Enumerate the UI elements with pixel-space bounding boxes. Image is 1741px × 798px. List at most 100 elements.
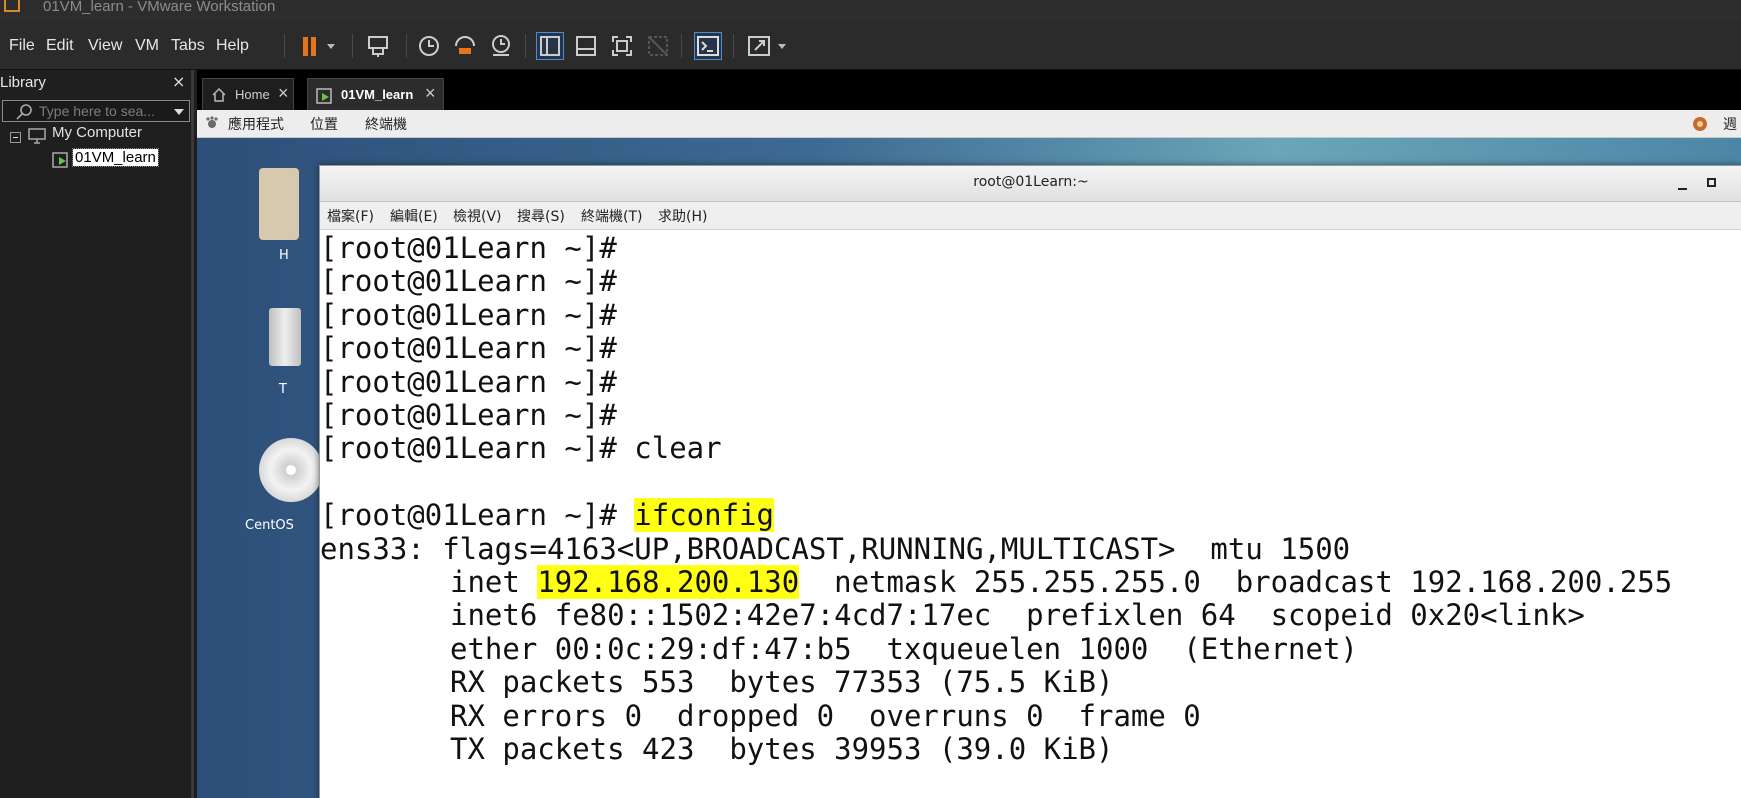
- library-title: Library: [0, 74, 46, 91]
- inet-rest: netmask 255.255.255.0 broadcast 192.168.…: [799, 565, 1673, 599]
- terminal-line: [root@01Learn ~]#: [320, 397, 617, 434]
- library-search[interactable]: [2, 100, 190, 122]
- terminal-menu-terminal[interactable]: 終端機(T): [581, 206, 642, 226]
- terminal-window: root@01Learn:~ 檔案(F) 編輯(E) 檢視(V) 搜尋(S) 終…: [319, 165, 1741, 798]
- terminal-menu-file[interactable]: 檔案(F): [327, 206, 374, 226]
- send-ctrl-alt-del-icon[interactable]: [364, 32, 392, 60]
- guest-display[interactable]: 應用程式 位置 終端機 週 H T CentOS root@01Learn:~ …: [197, 110, 1741, 798]
- ifconfig-output-rx-packets: RX packets 553 bytes 77353 (75.5 KiB): [450, 665, 1114, 699]
- panel-clock-partial[interactable]: 週: [1723, 114, 1737, 134]
- inet-label: inet: [450, 565, 538, 599]
- terminal-menubar: 檔案(F) 編輯(E) 檢視(V) 搜尋(S) 終端機(T) 求助(H): [320, 202, 1741, 230]
- prompt: [root@01Learn ~]#: [320, 365, 617, 399]
- ifconfig-output-ether: ether 00:0c:29:df:47:b5 txqueuelen 1000 …: [450, 632, 1358, 666]
- trash-icon[interactable]: [269, 308, 301, 366]
- ifconfig-output-tx-packets: TX packets 423 bytes 39953 (39.0 KiB): [450, 732, 1114, 766]
- menu-file[interactable]: File: [5, 22, 39, 69]
- unity-icon[interactable]: [644, 32, 672, 60]
- terminal-line: [root@01Learn ~]# ifconfig: [320, 497, 774, 534]
- vm-tab-icon: [316, 88, 332, 104]
- stretch-dropdown-icon[interactable]: [775, 32, 789, 60]
- tree-collapse-icon[interactable]: [10, 132, 21, 143]
- revert-snapshot-icon[interactable]: [451, 32, 479, 60]
- library-search-input[interactable]: [39, 102, 165, 120]
- menu-edit[interactable]: Edit: [42, 22, 78, 69]
- tab-vm-label: 01VM_learn: [341, 87, 414, 102]
- toolbar-separator: [733, 34, 734, 58]
- gnome-foot-icon: [206, 116, 218, 128]
- command-ifconfig: ifconfig: [634, 498, 774, 532]
- minimize-icon[interactable]: [1678, 188, 1687, 190]
- terminal-line: [root@01Learn ~]#: [320, 297, 617, 334]
- toolbar-separator: [681, 34, 682, 58]
- command-clear: clear: [634, 431, 722, 465]
- tree-item-my-computer[interactable]: My Computer: [52, 124, 142, 141]
- tab-vm[interactable]: 01VM_learn ×: [307, 78, 444, 110]
- toolbar-separator: [406, 34, 407, 58]
- menu-view[interactable]: View: [84, 22, 126, 69]
- window-title-bar: 01VM_learn - VMware Workstation: [0, 0, 1741, 22]
- menu-toolbar: File Edit View VM Tabs Help: [0, 22, 1741, 70]
- vmware-app-icon: [4, 0, 20, 12]
- notification-icon[interactable]: [1692, 116, 1708, 132]
- menu-help[interactable]: Help: [212, 22, 253, 69]
- gnome-top-panel: 應用程式 位置 終端機 週: [197, 110, 1741, 138]
- cd-disc-icon[interactable]: [259, 438, 323, 502]
- tab-home-label: Home: [235, 87, 270, 102]
- home-folder-icon[interactable]: [259, 168, 299, 240]
- tab-vm-close-icon[interactable]: ×: [425, 83, 436, 104]
- pause-dropdown-icon[interactable]: [324, 32, 338, 60]
- pause-icon[interactable]: [296, 32, 324, 60]
- desktop-icon-label-home: H: [279, 248, 289, 263]
- terminal-menu-help[interactable]: 求助(H): [658, 206, 707, 226]
- toolbar-separator: [525, 34, 526, 58]
- snapshot-manager-icon[interactable]: [487, 32, 515, 60]
- ifconfig-output-flags: ens33: flags=4163<UP,BROADCAST,RUNNING,M…: [320, 532, 1351, 566]
- terminal-title-bar[interactable]: root@01Learn:~: [320, 166, 1741, 202]
- library-panel: Library × My Computer 01VM_learn: [0, 70, 194, 798]
- prompt: [root@01Learn ~]#: [320, 231, 617, 265]
- desktop-icon-label-trash: T: [279, 382, 287, 397]
- ifconfig-output-inet: inet 192.168.200.130 netmask 255.255.255…: [450, 564, 1672, 601]
- terminal-menu-search[interactable]: 搜尋(S): [517, 206, 565, 226]
- stretch-guest-icon[interactable]: [745, 32, 773, 60]
- toolbar-separator: [284, 34, 285, 58]
- search-icon: [16, 104, 32, 120]
- prompt: [root@01Learn ~]#: [320, 498, 617, 532]
- maximize-icon[interactable]: [1707, 178, 1716, 187]
- snapshot-icon[interactable]: [415, 32, 443, 60]
- panel-applications[interactable]: 應用程式: [228, 114, 284, 134]
- thumbnail-bar-icon[interactable]: [572, 32, 600, 60]
- prompt: [root@01Learn ~]#: [320, 398, 617, 432]
- ifconfig-output-rx-errors: RX errors 0 dropped 0 overruns 0 frame 0: [450, 699, 1201, 733]
- terminal-line: [root@01Learn ~]#: [320, 263, 617, 300]
- prompt: [root@01Learn ~]#: [320, 264, 617, 298]
- console-view-icon[interactable]: [694, 32, 722, 60]
- prompt: [root@01Learn ~]#: [320, 331, 617, 365]
- window-title: 01VM_learn - VMware Workstation: [43, 0, 276, 15]
- panel-places[interactable]: 位置: [310, 114, 338, 134]
- inet-address: 192.168.200.130: [537, 565, 800, 599]
- search-dropdown-icon[interactable]: [173, 107, 185, 117]
- panel-terminal[interactable]: 終端機: [365, 114, 407, 134]
- tab-bar: Home × 01VM_learn ×: [197, 70, 1741, 110]
- show-library-icon[interactable]: [536, 32, 564, 60]
- prompt: [root@01Learn ~]#: [320, 298, 617, 332]
- tab-home[interactable]: Home ×: [202, 78, 294, 110]
- computer-icon: [28, 128, 46, 144]
- prompt: [root@01Learn ~]#: [320, 431, 617, 465]
- terminal-menu-view[interactable]: 檢視(V): [453, 206, 502, 226]
- tree-item-vm[interactable]: 01VM_learn: [72, 148, 159, 167]
- terminal-line: [root@01Learn ~]#: [320, 330, 617, 367]
- terminal-line: [root@01Learn ~]#: [320, 364, 617, 401]
- menu-tabs[interactable]: Tabs: [167, 22, 209, 69]
- terminal-menu-edit[interactable]: 編輯(E): [390, 206, 438, 226]
- terminal-title: root@01Learn:~: [973, 174, 1089, 190]
- tab-home-close-icon[interactable]: ×: [278, 83, 289, 104]
- ifconfig-output-inet6: inet6 fe80::1502:42e7:4cd7:17ec prefixle…: [450, 598, 1585, 632]
- library-close-button[interactable]: ×: [172, 72, 185, 91]
- terminal-body[interactable]: [root@01Learn ~]# [root@01Learn ~]# [roo…: [320, 230, 1741, 798]
- menu-vm[interactable]: VM: [131, 22, 163, 69]
- vm-icon: [52, 152, 68, 168]
- full-screen-icon[interactable]: [608, 32, 636, 60]
